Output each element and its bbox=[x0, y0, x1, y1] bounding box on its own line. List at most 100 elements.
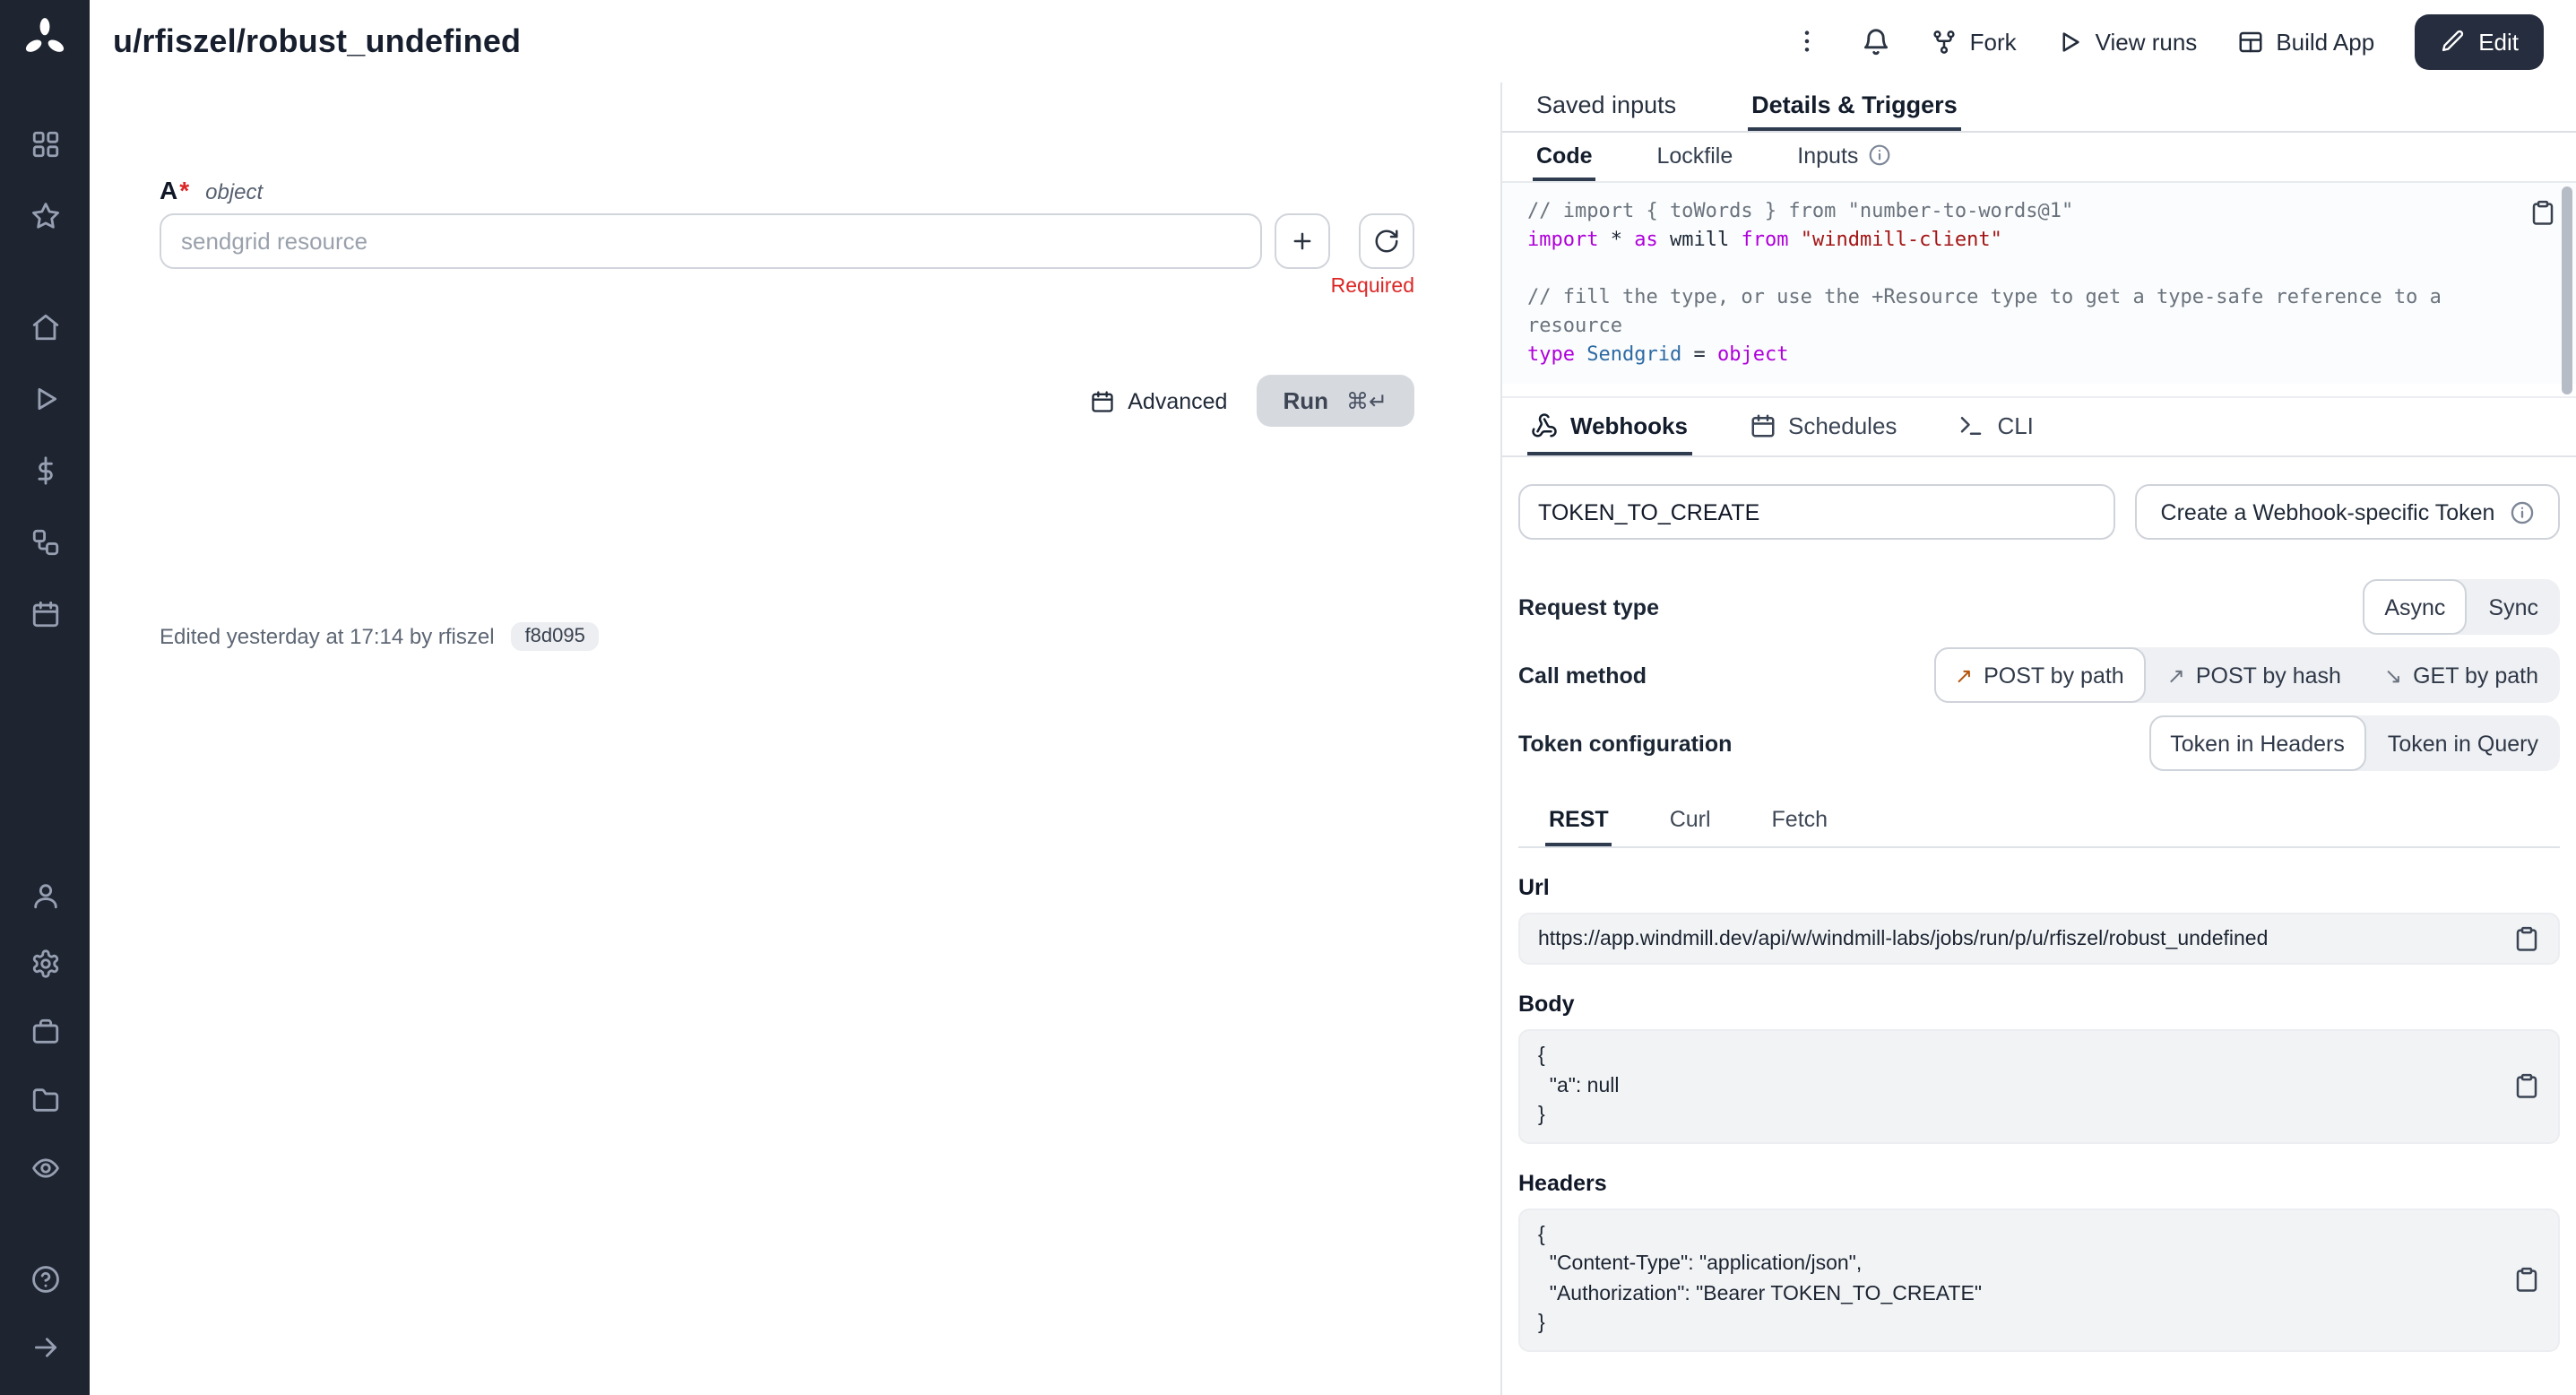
copy-url-button[interactable] bbox=[2513, 925, 2540, 952]
copy-code-button[interactable] bbox=[2529, 199, 2556, 226]
info-icon bbox=[1867, 143, 1890, 167]
tab-fetch[interactable]: Fetch bbox=[1768, 794, 1832, 846]
clipboard-icon bbox=[2513, 1073, 2540, 1100]
user-icon[interactable] bbox=[16, 868, 73, 922]
fork-button[interactable]: Fork bbox=[1931, 28, 2017, 55]
expand-arrow-icon[interactable] bbox=[16, 1320, 73, 1373]
webhooks-panel: Create a Webhook-specific Token Request … bbox=[1502, 457, 2576, 1351]
sync-option[interactable]: Sync bbox=[2467, 579, 2560, 635]
tab-inputs[interactable]: Inputs bbox=[1794, 133, 1894, 181]
get-by-path-label: GET by path bbox=[2413, 663, 2538, 688]
sidebar-nav-top bbox=[16, 117, 73, 242]
view-runs-label: View runs bbox=[2096, 28, 2198, 55]
copy-headers-button[interactable] bbox=[2513, 1266, 2540, 1293]
token-in-query-option[interactable]: Token in Query bbox=[2366, 715, 2560, 771]
page-title: u/rfiszel/robust_undefined bbox=[113, 22, 521, 60]
webhook-icon bbox=[1531, 412, 1558, 438]
token-input[interactable] bbox=[1518, 484, 2115, 540]
tab-curl[interactable]: Curl bbox=[1666, 794, 1715, 846]
details-pane: Saved inputs Details & Triggers Code Loc… bbox=[1500, 82, 2576, 1395]
tab-cli[interactable]: CLI bbox=[1954, 398, 2036, 455]
tab-code[interactable]: Code bbox=[1533, 133, 1596, 181]
variables-dollar-icon[interactable] bbox=[16, 443, 73, 497]
resource-input[interactable] bbox=[160, 213, 1262, 269]
code-editor[interactable]: // import { toWords } from "number-to-wo… bbox=[1527, 197, 2494, 369]
view-runs-button[interactable]: View runs bbox=[2056, 28, 2198, 55]
folders-icon[interactable] bbox=[16, 1072, 73, 1126]
edited-text: Edited yesterday at 17:14 by rfiszel bbox=[160, 624, 495, 649]
refresh-icon bbox=[1373, 228, 1400, 255]
call-method-row: Call method ↗ POST by path ↗ POST by has… bbox=[1518, 647, 2560, 703]
runs-play-icon[interactable] bbox=[16, 371, 73, 425]
calendar-icon bbox=[1090, 388, 1115, 413]
headers-box: { "Content-Type": "application/json", "A… bbox=[1518, 1208, 2560, 1351]
field-input-row bbox=[160, 213, 1414, 269]
tab-saved-inputs[interactable]: Saved inputs bbox=[1533, 82, 1680, 131]
post-by-hash-option[interactable]: ↗ POST by hash bbox=[2146, 647, 2363, 703]
arrow-up-right-icon: ↗ bbox=[1955, 663, 1973, 688]
flows-workflow-icon[interactable] bbox=[16, 515, 73, 568]
arrow-down-right-icon: ↘ bbox=[2384, 663, 2402, 688]
code-viewer: // import { toWords } from "number-to-wo… bbox=[1502, 183, 2576, 384]
body-box: { "a": null } bbox=[1518, 1029, 2560, 1143]
advanced-button[interactable]: Advanced bbox=[1090, 388, 1227, 413]
request-type-toggle: Async Sync bbox=[2363, 579, 2560, 635]
create-webhook-token-button[interactable]: Create a Webhook-specific Token bbox=[2135, 484, 2560, 540]
copy-body-button[interactable] bbox=[2513, 1073, 2540, 1100]
sidebar bbox=[0, 0, 90, 1395]
fork-label: Fork bbox=[1970, 28, 2017, 55]
run-form-pane: A * object Required Advanced Run ⌘↵ Edit… bbox=[90, 82, 1500, 1395]
required-hint: Required bbox=[160, 276, 1414, 298]
build-app-button[interactable]: Build App bbox=[2236, 28, 2374, 55]
field-name: A bbox=[160, 176, 177, 204]
apps-grid-icon[interactable] bbox=[16, 117, 73, 170]
headers-json: { "Content-Type": "application/json", "A… bbox=[1538, 1220, 2499, 1339]
webhooks-label: Webhooks bbox=[1570, 412, 1688, 438]
run-button[interactable]: Run ⌘↵ bbox=[1256, 375, 1414, 427]
version-hash-badge[interactable]: f8d095 bbox=[511, 622, 600, 651]
token-config-row: Token configuration Token in Headers Tok… bbox=[1518, 715, 2560, 771]
create-token-label: Create a Webhook-specific Token bbox=[2161, 499, 2495, 524]
header-actions: Fork View runs Build App Edit bbox=[1793, 13, 2544, 69]
token-row: Create a Webhook-specific Token bbox=[1518, 484, 2560, 540]
trigger-tabs: Webhooks Schedules CLI bbox=[1502, 396, 2576, 457]
notifications-bell-icon[interactable] bbox=[1861, 26, 1891, 56]
post-by-path-option[interactable]: ↗ POST by path bbox=[1933, 647, 2146, 703]
add-resource-button[interactable] bbox=[1275, 213, 1330, 269]
clipboard-icon bbox=[2513, 1266, 2540, 1293]
home-icon[interactable] bbox=[16, 299, 73, 353]
cli-label: CLI bbox=[1997, 412, 2033, 438]
tab-schedules[interactable]: Schedules bbox=[1745, 398, 1900, 455]
kebab-menu-icon[interactable] bbox=[1793, 27, 1821, 56]
schedules-calendar-icon[interactable] bbox=[16, 586, 73, 640]
tab-lockfile[interactable]: Lockfile bbox=[1654, 133, 1737, 181]
call-method-toggle: ↗ POST by path ↗ POST by hash ↘ GET by p… bbox=[1933, 647, 2560, 703]
windmill-logo-icon[interactable] bbox=[22, 16, 68, 63]
field-type: object bbox=[205, 179, 263, 204]
help-icon[interactable] bbox=[16, 1252, 73, 1305]
clipboard-icon bbox=[2513, 925, 2540, 952]
token-in-headers-option[interactable]: Token in Headers bbox=[2148, 715, 2366, 771]
body-label: Body bbox=[1518, 992, 2560, 1017]
required-asterisk: * bbox=[179, 176, 189, 204]
sidebar-nav-bottom bbox=[16, 868, 73, 1373]
workers-briefcase-icon[interactable] bbox=[16, 1004, 73, 1058]
plus-icon bbox=[1289, 228, 1316, 255]
post-by-path-label: POST by path bbox=[1984, 663, 2124, 688]
request-type-row: Request type Async Sync bbox=[1518, 579, 2560, 635]
audit-eye-icon[interactable] bbox=[16, 1140, 73, 1194]
get-by-path-option[interactable]: ↘ GET by path bbox=[2363, 647, 2560, 703]
scrollbar[interactable] bbox=[2562, 186, 2572, 394]
tab-details-triggers[interactable]: Details & Triggers bbox=[1748, 82, 1961, 131]
field-header: A * object bbox=[160, 176, 263, 204]
edit-button[interactable]: Edit bbox=[2414, 13, 2544, 69]
settings-gear-icon[interactable] bbox=[16, 936, 73, 990]
tab-rest[interactable]: REST bbox=[1545, 794, 1612, 846]
star-icon[interactable] bbox=[16, 188, 73, 242]
token-config-toggle: Token in Headers Token in Query bbox=[2148, 715, 2560, 771]
async-option[interactable]: Async bbox=[2363, 579, 2467, 635]
run-label: Run bbox=[1283, 387, 1328, 414]
tab-webhooks[interactable]: Webhooks bbox=[1527, 398, 1691, 455]
refresh-button[interactable] bbox=[1359, 213, 1414, 269]
arrow-up-right-icon: ↗ bbox=[2167, 663, 2185, 688]
